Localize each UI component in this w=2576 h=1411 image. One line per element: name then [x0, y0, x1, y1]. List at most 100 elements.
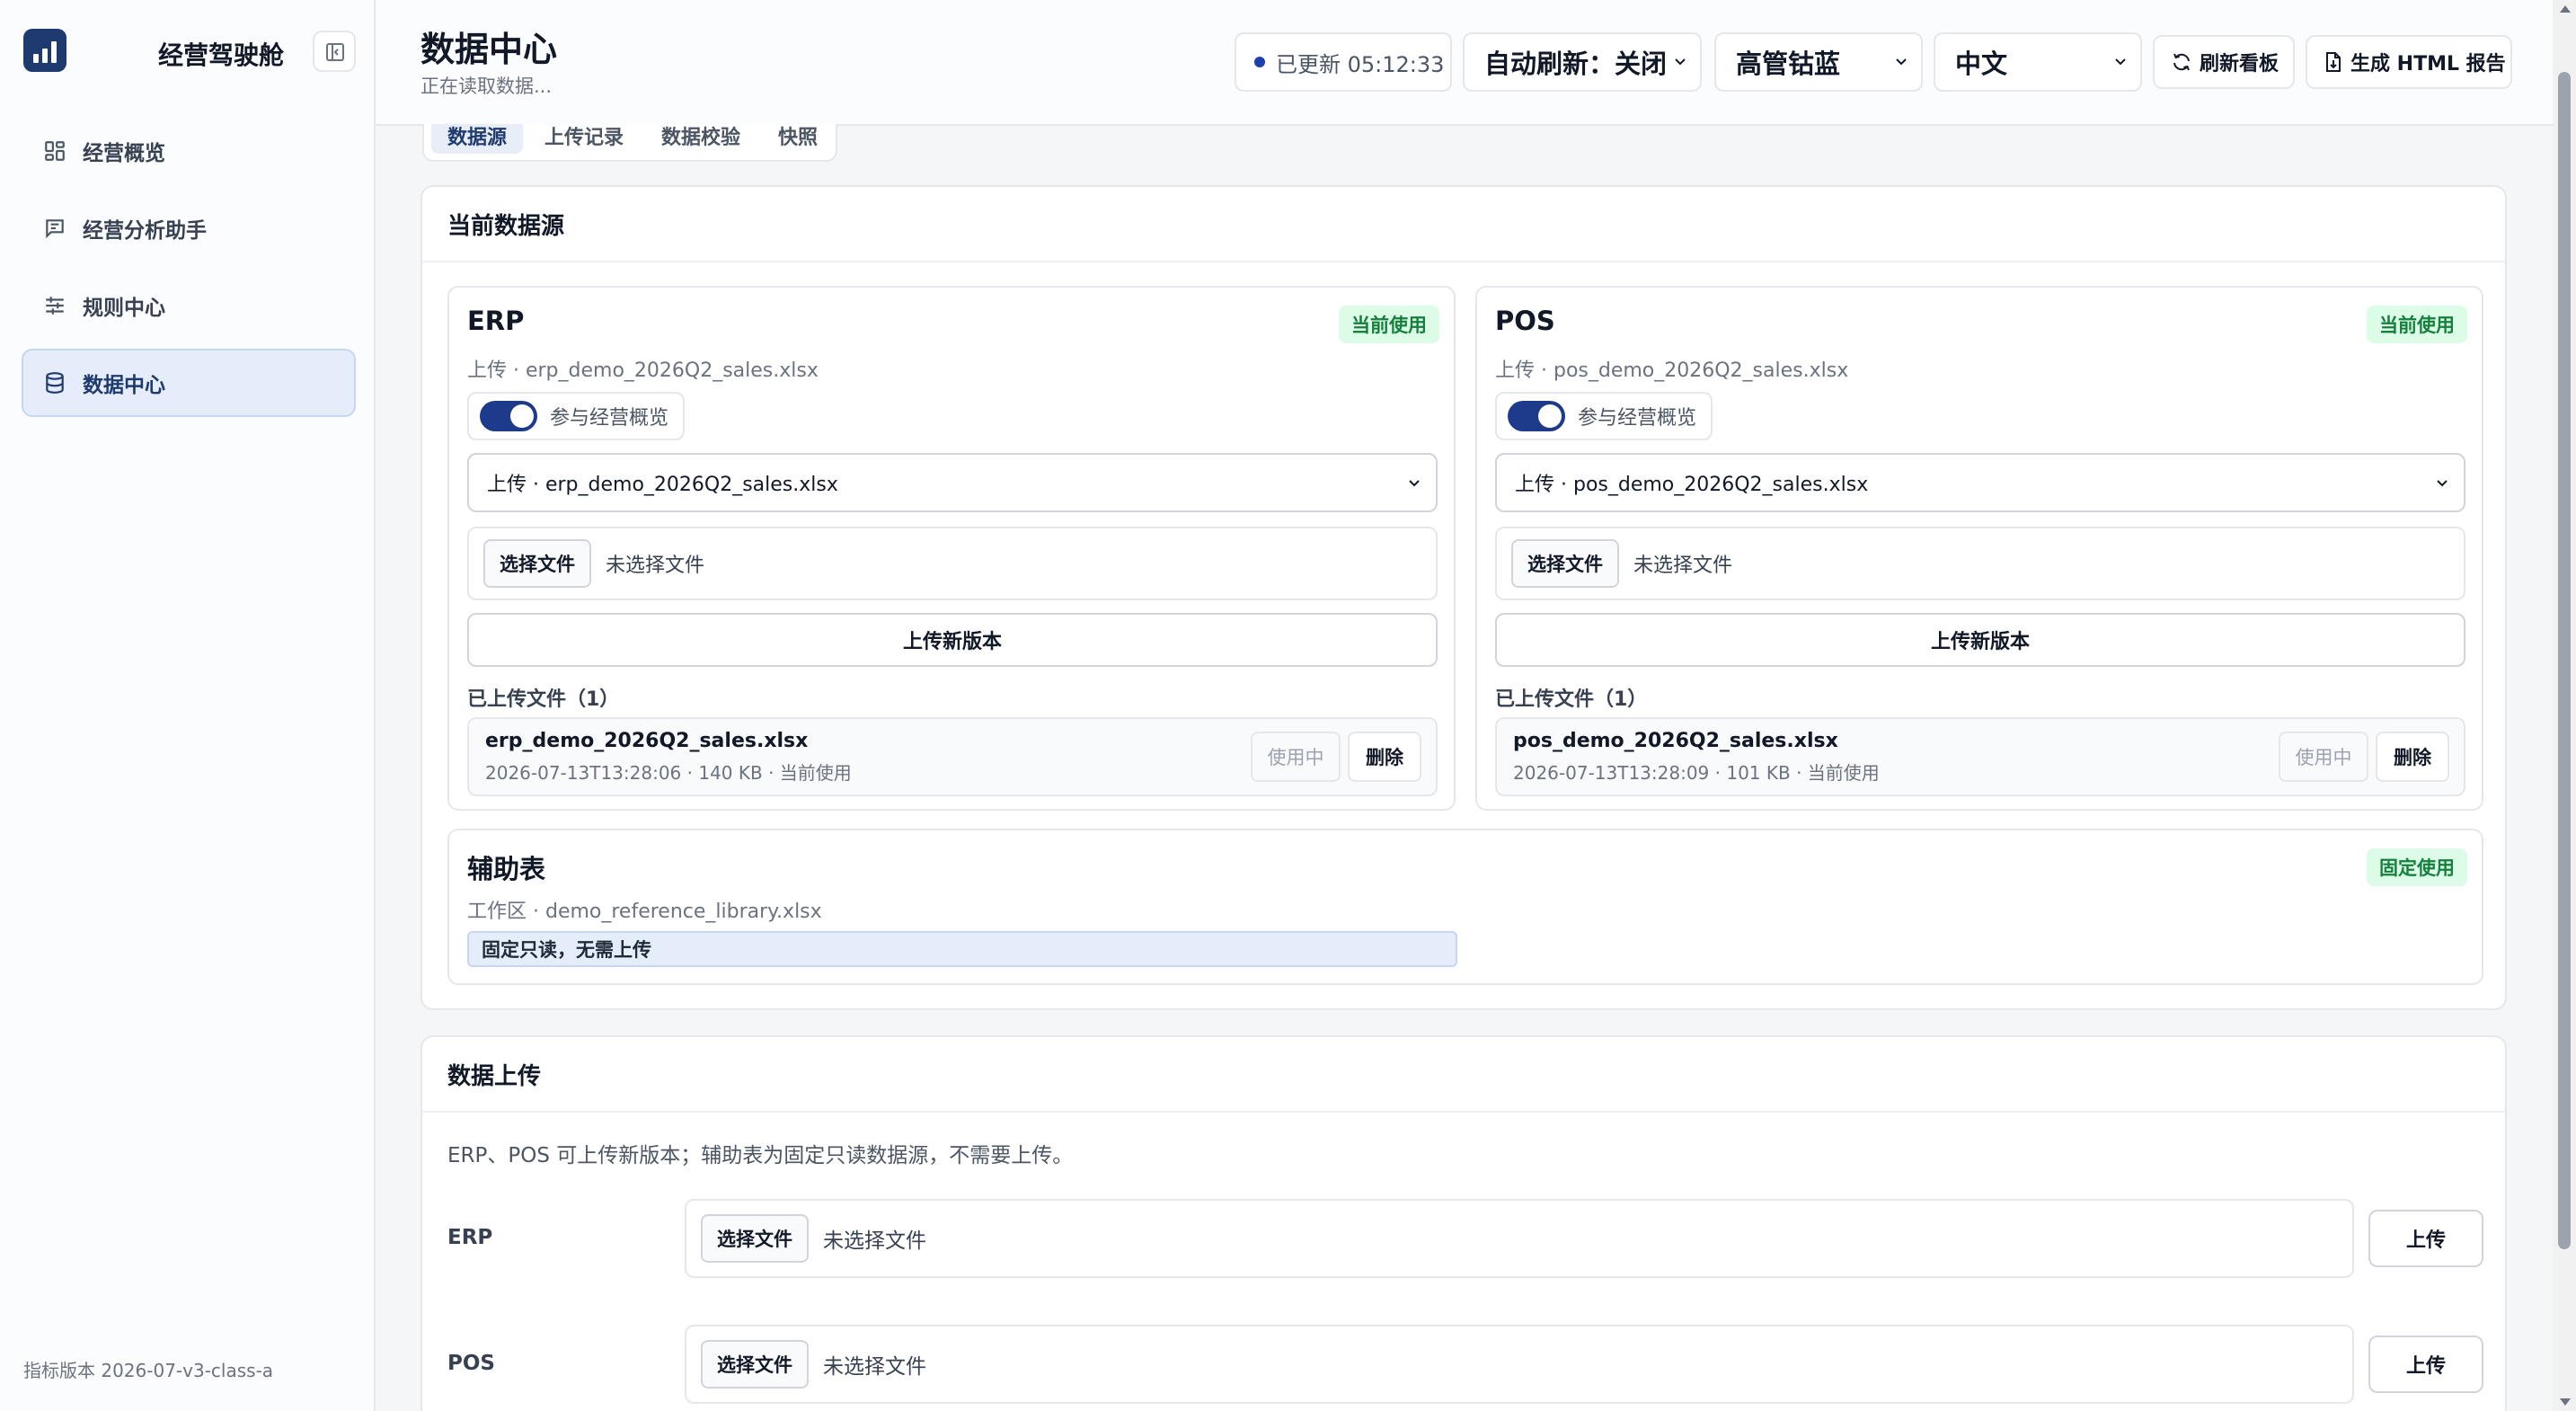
upload-new-version-button[interactable]: 上传新版本: [1495, 613, 2465, 667]
upload-label-pos: POS: [447, 1352, 495, 1375]
sidebar-item-assistant[interactable]: 经营分析助手: [22, 194, 356, 262]
upload-new-version-button[interactable]: 上传新版本: [467, 613, 1438, 667]
scroll-down-icon[interactable]: [2560, 1398, 2571, 1406]
choose-file-button[interactable]: 选择文件: [483, 539, 591, 588]
choose-file-button[interactable]: 选择文件: [701, 1340, 809, 1389]
metric-version: 指标版本 2026-07-v3-class-a: [23, 1360, 274, 1381]
page-scrollbar[interactable]: [2553, 0, 2576, 1411]
file-download-icon: [2326, 52, 2341, 72]
theme-value: 高管钴蓝: [1736, 49, 1841, 79]
auto-refresh-select[interactable]: 自动刷新：关闭: [1463, 32, 1702, 92]
scroll-up-icon[interactable]: [2560, 5, 2571, 13]
upload-label-erp: ERP: [447, 1226, 493, 1249]
sidebar-item-overview[interactable]: 经营概览: [22, 117, 356, 185]
no-file-text: 未选择文件: [1633, 555, 1733, 577]
language-select[interactable]: 中文: [1934, 32, 2142, 92]
tab-upload-records[interactable]: 上传记录: [528, 124, 640, 154]
language-value: 中文: [1955, 49, 2008, 79]
chevron-down-icon: [2437, 480, 2448, 487]
source-name: ERP: [467, 306, 525, 336]
refresh-label: 刷新看板: [2200, 53, 2279, 75]
upload-pos-button[interactable]: 上传: [2368, 1336, 2483, 1393]
upload-erp-button[interactable]: 上传: [2368, 1210, 2483, 1267]
uploaded-count: 已上传文件（1）: [467, 688, 620, 711]
toggle-switch[interactable]: [1508, 401, 1565, 431]
choose-file-button[interactable]: 选择文件: [701, 1214, 809, 1263]
chevron-down-icon: [1675, 58, 1686, 66]
tab-data-validation[interactable]: 数据校验: [645, 124, 757, 154]
source-file: 上传 · erp_demo_2026Q2_sales.xlsx: [467, 359, 819, 382]
no-file-text: 未选择文件: [823, 1355, 926, 1379]
in-use-button[interactable]: 使用中: [2279, 732, 2368, 782]
sidebar-item-label: 数据中心: [83, 374, 165, 397]
refresh-icon: [2173, 53, 2190, 71]
refresh-dashboard-button[interactable]: 刷新看板: [2153, 35, 2295, 89]
tab-snapshot[interactable]: 快照: [762, 124, 834, 154]
collapse-sidebar-button[interactable]: [313, 31, 356, 72]
chevron-down-icon: [1896, 58, 1907, 66]
pos-file-input[interactable]: 选择文件 未选择文件: [685, 1325, 2354, 1404]
sliders-icon: [46, 297, 64, 315]
source-version-select[interactable]: 上传 · pos_demo_2026Q2_sales.xlsx: [1495, 453, 2465, 512]
source-file: 上传 · pos_demo_2026Q2_sales.xlsx: [1495, 359, 1849, 382]
logo-icon: [23, 29, 66, 72]
report-label: 生成 HTML 报告: [2350, 53, 2506, 75]
generate-report-button[interactable]: 生成 HTML 报告: [2306, 35, 2512, 89]
source-version-select[interactable]: 上传 · erp_demo_2026Q2_sales.xlsx: [467, 453, 1438, 512]
page-subtitle: 正在读取数据...: [420, 75, 553, 97]
update-status: 已更新 05:12:33: [1235, 32, 1452, 92]
uploaded-file-name: erp_demo_2026Q2_sales.xlsx: [485, 730, 809, 752]
sidebar-item-data-center[interactable]: 数据中心: [22, 349, 356, 417]
status-badge: 当前使用: [2367, 306, 2467, 343]
include-overview-toggle[interactable]: 参与经营概览: [467, 392, 686, 440]
status-badge: 当前使用: [1339, 306, 1439, 343]
select-value: 上传 · pos_demo_2026Q2_sales.xlsx: [1515, 474, 1869, 496]
chat-icon: [46, 219, 64, 239]
brand: 经营驾驶舱: [23, 29, 356, 74]
sidebar-item-label: 经营概览: [83, 142, 165, 165]
include-overview-toggle[interactable]: 参与经营概览: [1495, 392, 1713, 440]
page-title: 数据中心: [420, 30, 558, 69]
sidebar-nav: 经营概览 经营分析助手 规则中心 数据中心: [22, 117, 356, 426]
card-title: 数据上传: [422, 1037, 2505, 1113]
chevron-down-icon: [1409, 480, 1420, 487]
sidebar-collapse-icon: [326, 43, 344, 61]
file-input[interactable]: 选择文件 未选择文件: [1495, 527, 2465, 600]
delete-button[interactable]: 删除: [2376, 732, 2449, 782]
data-center-tabs: 数据源 上传记录 数据校验 快照: [422, 124, 837, 162]
source-pos: POS 当前使用 上传 · pos_demo_2026Q2_sales.xlsx…: [1475, 286, 2483, 811]
brand-name: 经营驾驶舱: [158, 40, 285, 70]
uploaded-count: 已上传文件（1）: [1495, 688, 1648, 711]
uploaded-file-row: erp_demo_2026Q2_sales.xlsx 2026-07-13T13…: [467, 717, 1438, 796]
uploaded-file-name: pos_demo_2026Q2_sales.xlsx: [1513, 730, 1838, 752]
scrollbar-thumb[interactable]: [2558, 72, 2571, 1249]
source-aux: 辅助表 固定使用 工作区 · demo_reference_library.xl…: [447, 829, 2483, 985]
choose-file-button[interactable]: 选择文件: [1511, 539, 1619, 588]
readonly-note: 固定只读，无需上传: [467, 931, 1457, 967]
theme-select[interactable]: 高管钴蓝: [1714, 32, 1923, 92]
sidebar-item-rules[interactable]: 规则中心: [22, 271, 356, 340]
database-icon: [46, 372, 64, 394]
in-use-button[interactable]: 使用中: [1251, 732, 1341, 782]
upload-note: ERP、POS 可上传新版本；辅助表为固定只读数据源，不需要上传。: [447, 1144, 1074, 1167]
delete-button[interactable]: 删除: [1348, 732, 1421, 782]
sidebar-item-label: 规则中心: [83, 297, 165, 320]
toggle-switch[interactable]: [480, 401, 537, 431]
tab-data-source[interactable]: 数据源: [431, 124, 524, 154]
file-input[interactable]: 选择文件 未选择文件: [467, 527, 1438, 600]
select-value: 上传 · erp_demo_2026Q2_sales.xlsx: [487, 474, 838, 496]
source-file: 工作区 · demo_reference_library.xlsx: [467, 901, 822, 923]
status-badge: 固定使用: [2367, 848, 2467, 886]
dashboard-icon: [45, 141, 65, 161]
sidebar: 经营驾驶舱 经营概览 经营分析助手 规则中心 数据中心 指标版本 2026-07…: [0, 0, 376, 1411]
data-upload-card: 数据上传 ERP、POS 可上传新版本；辅助表为固定只读数据源，不需要上传。 E…: [420, 1035, 2507, 1411]
chevron-down-icon: [2115, 58, 2126, 66]
toggle-label: 参与经营概览: [1578, 407, 1697, 430]
no-file-text: 未选择文件: [823, 1229, 926, 1253]
current-source-card: 当前数据源 ERP 当前使用 上传 · erp_demo_2026Q2_sale…: [420, 185, 2507, 1010]
no-file-text: 未选择文件: [606, 555, 705, 577]
erp-file-input[interactable]: 选择文件 未选择文件: [685, 1199, 2354, 1278]
auto-refresh-value: 自动刷新：关闭: [1484, 49, 1668, 79]
toggle-label: 参与经营概览: [550, 407, 669, 430]
source-name: 辅助表: [467, 854, 546, 884]
